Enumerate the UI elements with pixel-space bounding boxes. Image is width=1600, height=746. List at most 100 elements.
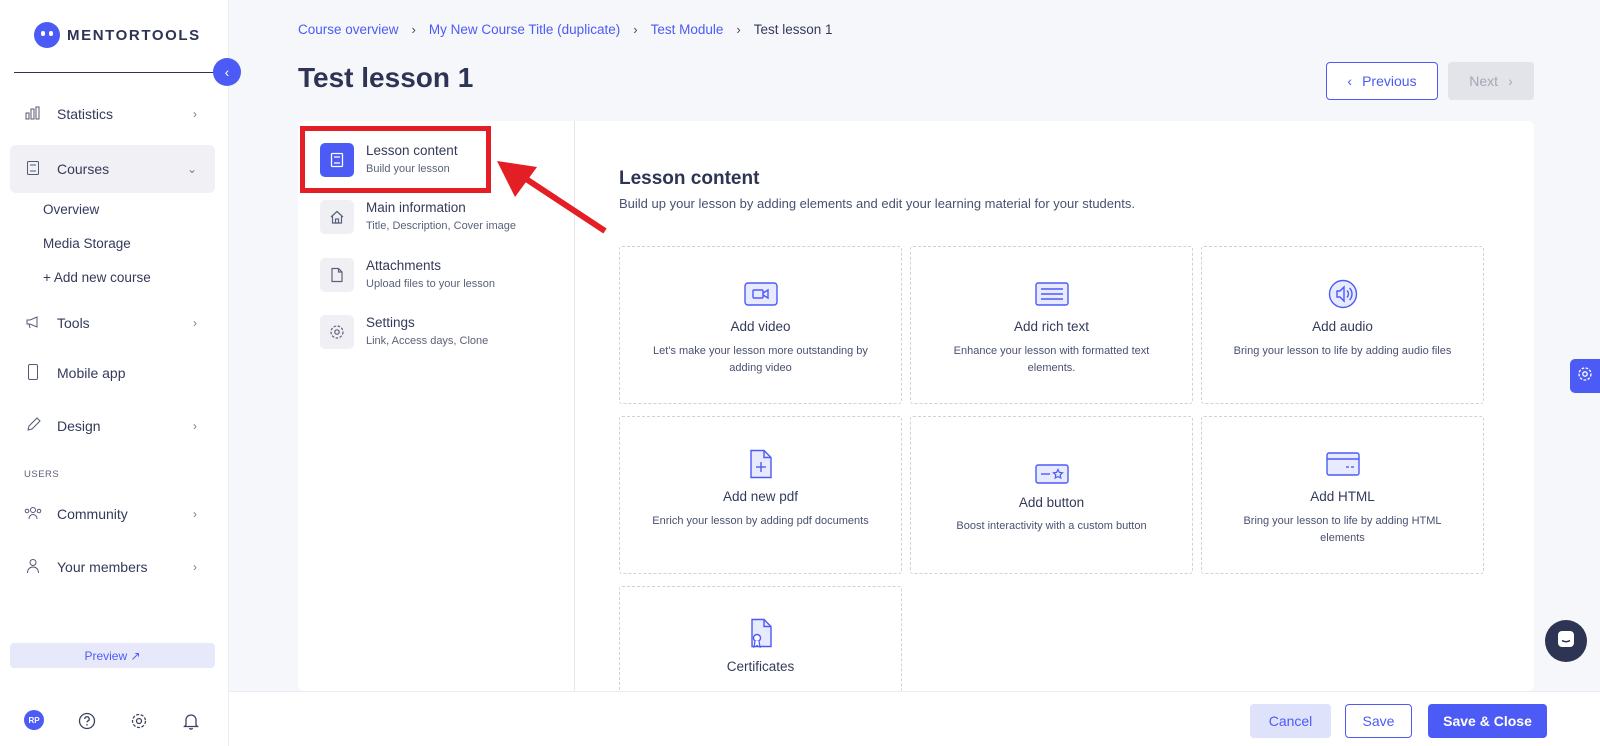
- add-audio-card[interactable]: Add audio Bring your lesson to life by a…: [1201, 246, 1484, 404]
- card-title: Add HTML: [1310, 489, 1375, 504]
- annotation-highlight-box: [300, 126, 491, 193]
- menu-title: Settings: [366, 315, 415, 330]
- user-icon: [24, 558, 42, 577]
- home-icon: [320, 200, 354, 234]
- card-description: Boost interactivity with a custom button: [956, 520, 1147, 532]
- card-title: Add new pdf: [722, 489, 799, 504]
- preview-button[interactable]: Preview ↗: [10, 643, 215, 668]
- sidebar-item-label: Community: [57, 506, 128, 522]
- lesson-menu-attachments[interactable]: Attachments Upload files to your lesson: [320, 258, 495, 292]
- menu-title: Attachments: [366, 258, 442, 273]
- text-icon: [1034, 279, 1069, 309]
- section-label-users: USERS: [24, 469, 60, 480]
- breadcrumb-course-overview[interactable]: Course overview: [298, 22, 399, 37]
- file-icon: [320, 258, 354, 292]
- chevron-right-icon: ›: [193, 107, 197, 121]
- content-subtitle: Build up your lesson by adding elements …: [619, 196, 1135, 211]
- sidebar-item-label: Courses: [57, 161, 110, 177]
- avatar[interactable]: RP: [24, 710, 44, 730]
- card-title: Add audio: [1312, 319, 1373, 334]
- sidebar: MENTORTOOLS ‹ Statistics › Courses ⌄ Ove…: [0, 0, 241, 746]
- sidebar-item-tools[interactable]: Tools ›: [10, 299, 215, 347]
- sidebar-item-courses[interactable]: Courses ⌄: [10, 145, 215, 193]
- sidebar-item-label: Tools: [57, 315, 90, 331]
- breadcrumb-course[interactable]: My New Course Title (duplicate): [429, 22, 620, 37]
- collapse-sidebar-button[interactable]: ‹: [213, 58, 241, 86]
- card-description: Bring your lesson to life by adding audi…: [1233, 345, 1452, 357]
- content-title: Lesson content: [619, 168, 760, 189]
- sidebar-item-statistics[interactable]: Statistics ›: [10, 90, 215, 138]
- chevron-right-icon: ›: [633, 22, 638, 37]
- megaphone-icon: [24, 315, 42, 332]
- breadcrumb-current: Test lesson 1: [753, 22, 833, 37]
- chevron-right-icon: ›: [193, 507, 197, 521]
- chevron-down-icon: ⌄: [186, 162, 197, 176]
- gear-icon[interactable]: [128, 710, 150, 732]
- chevron-left-icon: ‹: [1347, 73, 1353, 89]
- button-icon: [1034, 459, 1069, 489]
- gear-icon: [1577, 366, 1593, 386]
- audio-icon: [1326, 279, 1360, 309]
- add-pdf-card[interactable]: Add new pdf Enrich your lesson by adding…: [619, 416, 902, 574]
- chat-icon: [1556, 629, 1576, 654]
- chevron-right-icon: ›: [193, 316, 197, 330]
- menu-subtitle: Upload files to your lesson: [366, 278, 496, 290]
- html-icon: [1325, 449, 1360, 479]
- add-video-card[interactable]: Add video Let's make your lesson more ou…: [619, 246, 902, 404]
- certificates-card[interactable]: Certificates: [619, 586, 902, 692]
- bell-icon[interactable]: [180, 710, 202, 732]
- card-description: Enhance your lesson with formatted text …: [953, 345, 1150, 374]
- annotation-arrow: [497, 161, 607, 234]
- floating-settings-button[interactable]: [1570, 359, 1600, 393]
- lesson-menu-settings[interactable]: Settings Link, Access days, Clone: [320, 315, 488, 349]
- previous-button[interactable]: ‹ Previous: [1326, 62, 1438, 100]
- add-html-card[interactable]: Add HTML Bring your lesson to life by ad…: [1201, 416, 1484, 574]
- phone-icon: [24, 363, 42, 383]
- book-icon: [24, 160, 42, 179]
- sidebar-item-community[interactable]: Community ›: [10, 490, 215, 538]
- breadcrumb: Course overview › My New Course Title (d…: [298, 22, 833, 37]
- logo[interactable]: MENTORTOOLS: [34, 22, 201, 48]
- gear-icon: [320, 315, 354, 349]
- save-and-close-button[interactable]: Save & Close: [1428, 704, 1547, 738]
- card-title: Add rich text: [1013, 319, 1090, 334]
- breadcrumb-module[interactable]: Test Module: [651, 22, 724, 37]
- save-button[interactable]: Save: [1345, 704, 1412, 738]
- add-button-card[interactable]: Add button Boost interactivity with a cu…: [910, 416, 1193, 574]
- sidebar-item-label: Mobile app: [57, 365, 126, 381]
- card-title: Certificates: [726, 659, 795, 674]
- video-icon: [743, 279, 778, 309]
- sidebar-divider: [14, 72, 216, 73]
- next-label: Next: [1469, 73, 1499, 89]
- card-title: Add button: [1018, 495, 1085, 510]
- sidebar-subitem-media-storage[interactable]: Media Storage: [43, 236, 131, 251]
- chat-button[interactable]: [1545, 620, 1587, 662]
- chevron-right-icon: ›: [193, 560, 197, 574]
- next-button[interactable]: Next ›: [1448, 62, 1534, 100]
- chevron-right-icon: ›: [736, 22, 741, 37]
- sidebar-item-design[interactable]: Design ›: [10, 402, 215, 450]
- lesson-menu-main-information[interactable]: Main information Title, Description, Cov…: [320, 200, 516, 234]
- chevron-left-icon: ‹: [224, 64, 230, 80]
- add-rich-text-card[interactable]: Add rich text Enhance your lesson with f…: [910, 246, 1193, 404]
- chevron-right-icon: ›: [1508, 73, 1513, 89]
- pencil-icon: [24, 417, 42, 435]
- card-description: Bring your lesson to life by adding HTML…: [1243, 515, 1442, 544]
- sidebar-item-label: Design: [57, 418, 101, 434]
- previous-label: Previous: [1362, 73, 1417, 89]
- cancel-button[interactable]: Cancel: [1250, 704, 1331, 738]
- card-description: Enrich your lesson by adding pdf documen…: [652, 515, 869, 527]
- page-title: Test lesson 1: [298, 62, 474, 93]
- lesson-editor-panel: Lesson content Build your lesson Main in…: [298, 121, 1534, 692]
- menu-subtitle: Link, Access days, Clone: [366, 335, 489, 347]
- sidebar-item-label: Your members: [57, 559, 148, 575]
- card-description: Let's make your lesson more outstanding …: [653, 345, 868, 374]
- logo-text: MENTORTOOLS: [67, 26, 201, 44]
- sidebar-item-your-members[interactable]: Your members ›: [10, 543, 215, 591]
- help-icon[interactable]: [76, 710, 98, 732]
- sidebar-subitem-add-new-course[interactable]: + Add new course: [43, 270, 151, 285]
- logo-icon: [34, 22, 60, 48]
- sidebar-item-mobile-app[interactable]: Mobile app: [10, 349, 215, 397]
- sidebar-subitem-overview[interactable]: Overview: [43, 202, 99, 217]
- people-icon: [24, 506, 42, 523]
